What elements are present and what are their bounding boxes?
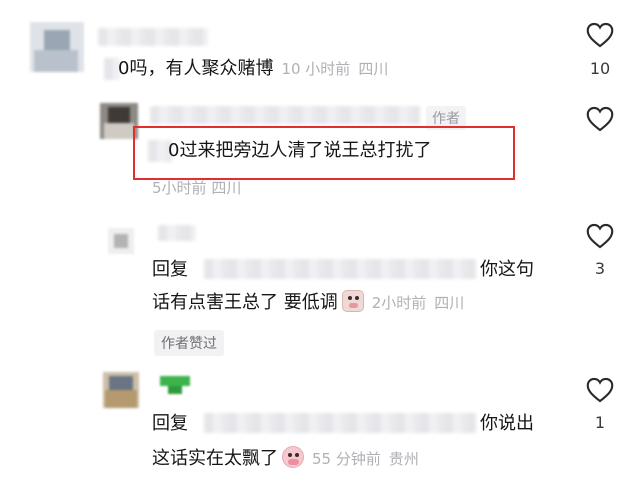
heart-outline-icon [586, 106, 614, 132]
username-redacted[interactable] [98, 28, 208, 46]
highlight-box [133, 126, 515, 180]
comment-location: 四川 [358, 60, 389, 78]
pig-face-emoji-icon [341, 290, 364, 312]
like-button[interactable] [586, 223, 614, 249]
reply-line-1: 回复 [152, 411, 188, 437]
reply-text-tail: 你这句 [480, 259, 534, 280]
reply-target-redacted[interactable] [204, 413, 476, 433]
reply-prefix: 回复 [152, 259, 188, 280]
reply-line-1: 回复 [152, 257, 188, 283]
pig-face-emoji-icon [282, 446, 304, 468]
avatar[interactable] [103, 372, 139, 408]
heart-outline-icon [586, 223, 614, 249]
username-redacted[interactable] [150, 106, 420, 124]
reply-text-tail: 你说出 [480, 413, 534, 434]
like-button[interactable] [586, 106, 614, 132]
comment-body: 话有点害王总了 要低调 [152, 292, 338, 313]
comment-location: 四川 [434, 294, 465, 312]
reply-line-2: 话有点害王总了 要低调 2小时前 四川 [152, 290, 464, 316]
comment-body: 0吗，有人聚众赌博 [118, 58, 274, 79]
reply-prefix: 回复 [152, 413, 188, 434]
heart-outline-icon [586, 377, 614, 403]
comment-text: 0吗，有人聚众赌博 10 小时前 四川 [118, 56, 388, 82]
heart-outline-icon [586, 22, 614, 48]
comment-time: 2小时前 [371, 294, 427, 312]
comment-time: 10 小时前 [281, 60, 351, 78]
like-count: 1 [594, 413, 606, 432]
like-button[interactable] [586, 22, 614, 48]
like-count: 10 [589, 59, 611, 78]
reply-target-redacted[interactable] [204, 259, 476, 279]
reply-line-2: 这话实在太飘了 55 分钟前 贵州 [152, 446, 419, 472]
avatar[interactable] [108, 228, 134, 254]
like-count: 3 [594, 259, 606, 278]
comment-location: 四川 [211, 179, 242, 197]
username-redacted[interactable] [160, 376, 190, 396]
avatar[interactable] [30, 22, 84, 72]
username-redacted[interactable] [158, 225, 196, 241]
comment-meta: 5小时前 四川 [152, 175, 241, 201]
comment-time: 55 分钟前 [312, 450, 381, 468]
comment-body: 这话实在太飘了 [152, 448, 278, 469]
author-liked-badge: 作者赞过 [154, 330, 224, 356]
like-button[interactable] [586, 377, 614, 403]
comment-location: 贵州 [388, 450, 419, 468]
comment-time: 5小时前 [152, 179, 207, 197]
